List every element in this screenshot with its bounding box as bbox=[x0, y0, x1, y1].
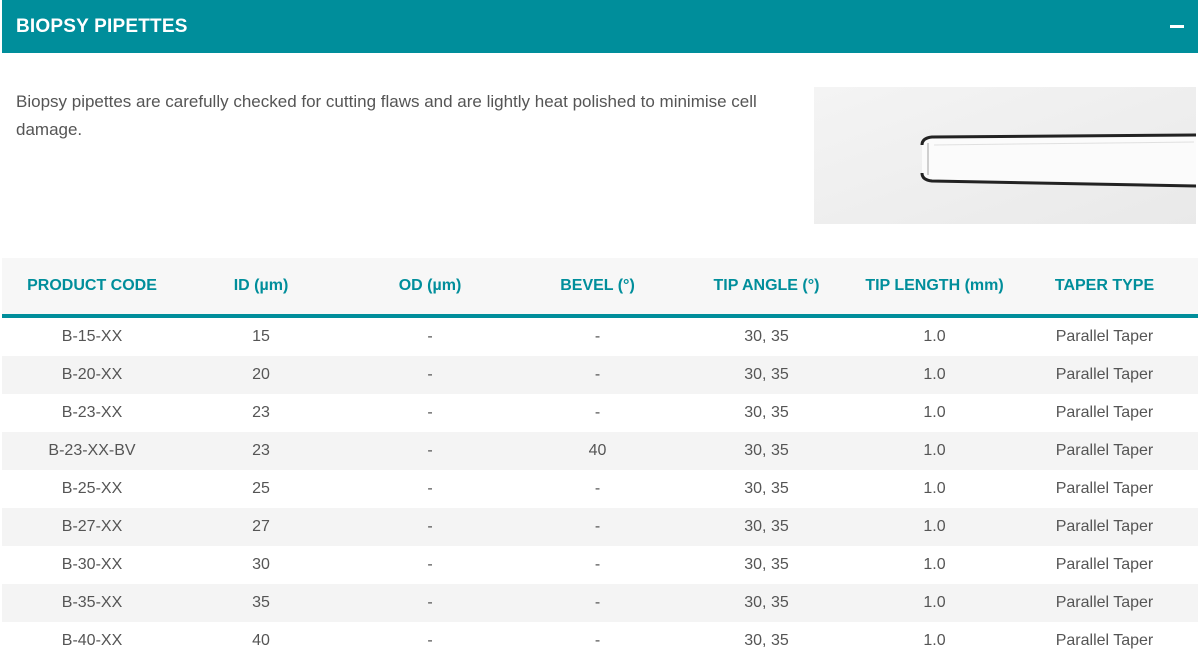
table-cell: - bbox=[340, 356, 520, 394]
table-cell: Parallel Taper bbox=[1011, 546, 1198, 584]
table-cell: 27 bbox=[182, 508, 340, 546]
product-code-cell: B-25-XX bbox=[2, 470, 182, 508]
table-cell: 1.0 bbox=[858, 546, 1011, 584]
table-cell: - bbox=[340, 432, 520, 470]
table-cell: Parallel Taper bbox=[1011, 508, 1198, 546]
table-cell: 23 bbox=[182, 394, 340, 432]
table-cell: Parallel Taper bbox=[1011, 356, 1198, 394]
product-code-cell: B-20-XX bbox=[2, 356, 182, 394]
section-header-toggle[interactable]: BIOPSY PIPETTES bbox=[2, 0, 1198, 53]
table-cell: 30, 35 bbox=[675, 546, 858, 584]
table-cell: 1.0 bbox=[858, 356, 1011, 394]
table-row: B-25-XX 25- -30, 35 1.0 Parallel Taper bbox=[2, 470, 1198, 508]
table-row: B-23-XX-BV 23-40 30, 35 1.0 Parallel Taper bbox=[2, 432, 1198, 470]
table-cell: 15 bbox=[182, 316, 340, 356]
table-cell: - bbox=[340, 316, 520, 356]
table-cell: - bbox=[520, 622, 675, 660]
table-cell: 25 bbox=[182, 470, 340, 508]
table-header-row: PRODUCT CODE ID (µm) OD (µm) BEVEL (°) T… bbox=[2, 258, 1198, 318]
table-cell: 30, 35 bbox=[675, 584, 858, 622]
table-cell: Parallel Taper bbox=[1011, 622, 1198, 660]
table-cell: 30, 35 bbox=[675, 394, 858, 432]
section-description: Biopsy pipettes are carefully checked fo… bbox=[16, 92, 757, 139]
column-header: TAPER TYPE bbox=[1011, 258, 1198, 318]
product-table: PRODUCT CODE ID (µm) OD (µm) BEVEL (°) T… bbox=[2, 258, 1198, 660]
table-row: B-23-XX 23- -30, 35 1.0 Parallel Taper bbox=[2, 394, 1198, 432]
table-row: B-20-XX 20- -30, 35 1.0 Parallel Taper bbox=[2, 356, 1198, 394]
table-cell: 23 bbox=[182, 432, 340, 470]
table-cell: Parallel Taper bbox=[1011, 584, 1198, 622]
table-cell: - bbox=[520, 546, 675, 584]
column-header: TIP ANGLE (°) bbox=[675, 258, 858, 318]
table-cell: 1.0 bbox=[858, 508, 1011, 546]
table-cell: 1.0 bbox=[858, 470, 1011, 508]
table-cell: 1.0 bbox=[858, 432, 1011, 470]
table-cell: Parallel Taper bbox=[1011, 432, 1198, 470]
product-code-cell: B-30-XX bbox=[2, 546, 182, 584]
table-cell: - bbox=[520, 470, 675, 508]
table-cell: - bbox=[520, 508, 675, 546]
table-cell: 30, 35 bbox=[675, 356, 858, 394]
table-cell: 30, 35 bbox=[675, 508, 858, 546]
table-cell: 30, 35 bbox=[675, 316, 858, 356]
table-cell: 35 bbox=[182, 584, 340, 622]
column-header: ID (µm) bbox=[182, 258, 340, 318]
product-code-cell: B-15-XX bbox=[2, 316, 182, 356]
table-row: B-27-XX 27- -30, 35 1.0 Parallel Taper bbox=[2, 508, 1198, 546]
column-header: OD (µm) bbox=[340, 258, 520, 318]
product-code-cell: B-23-XX-BV bbox=[2, 432, 182, 470]
table-cell: 20 bbox=[182, 356, 340, 394]
table-cell: - bbox=[340, 546, 520, 584]
table-cell: - bbox=[340, 508, 520, 546]
section-title: BIOPSY PIPETTES bbox=[16, 15, 188, 37]
column-header: TIP LENGTH (mm) bbox=[858, 258, 1011, 318]
product-code-cell: B-23-XX bbox=[2, 394, 182, 432]
product-code-cell: B-27-XX bbox=[2, 508, 182, 546]
table-cell: - bbox=[340, 584, 520, 622]
table-cell: 30, 35 bbox=[675, 432, 858, 470]
column-header: PRODUCT CODE bbox=[2, 258, 182, 318]
table-cell: Parallel Taper bbox=[1011, 470, 1198, 508]
table-cell: 30, 35 bbox=[675, 622, 858, 660]
table-cell: Parallel Taper bbox=[1011, 394, 1198, 432]
table-row: B-40-XX 40- -30, 35 1.0 Parallel Taper bbox=[2, 622, 1198, 660]
table-cell: 1.0 bbox=[858, 316, 1011, 356]
pipette-image bbox=[814, 87, 1196, 224]
table-cell: 40 bbox=[520, 432, 675, 470]
table-row: B-15-XX 15- -30, 35 1.0 Parallel Taper bbox=[2, 316, 1198, 356]
table-cell: 1.0 bbox=[858, 394, 1011, 432]
table-cell: 30, 35 bbox=[675, 470, 858, 508]
table-cell: 1.0 bbox=[858, 622, 1011, 660]
product-code-cell: B-40-XX bbox=[2, 622, 182, 660]
table-row: B-30-XX 30- -30, 35 1.0 Parallel Taper bbox=[2, 546, 1198, 584]
minus-icon[interactable] bbox=[1170, 25, 1184, 28]
table-cell: - bbox=[340, 394, 520, 432]
product-code-cell: B-35-XX bbox=[2, 584, 182, 622]
table-cell: - bbox=[340, 622, 520, 660]
table-row: B-35-XX 35- -30, 35 1.0 Parallel Taper bbox=[2, 584, 1198, 622]
table-cell: 40 bbox=[182, 622, 340, 660]
table-cell: - bbox=[340, 470, 520, 508]
table-cell: - bbox=[520, 356, 675, 394]
table-cell: - bbox=[520, 584, 675, 622]
table-cell: - bbox=[520, 316, 675, 356]
table-cell: 1.0 bbox=[858, 584, 1011, 622]
table-cell: 30 bbox=[182, 546, 340, 584]
column-header: BEVEL (°) bbox=[520, 258, 675, 318]
table-cell: - bbox=[520, 394, 675, 432]
table-cell: Parallel Taper bbox=[1011, 316, 1198, 356]
